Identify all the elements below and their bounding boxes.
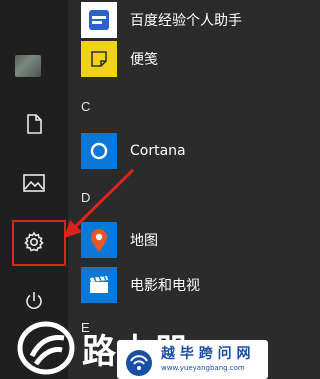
watermark-site-name: 越 毕 跨 问 网 xyxy=(161,346,251,362)
watermark-site-url: www.yueyangbang.com xyxy=(161,364,245,372)
wifi-icon xyxy=(126,350,152,376)
router-logo-icon xyxy=(17,321,75,375)
watermark-site-card: 越 毕 跨 问 网 www.yueyangbang.com xyxy=(117,340,268,379)
watermark: 路由器 越 毕 跨 问 网 www.yueyangbang.com xyxy=(0,318,268,379)
